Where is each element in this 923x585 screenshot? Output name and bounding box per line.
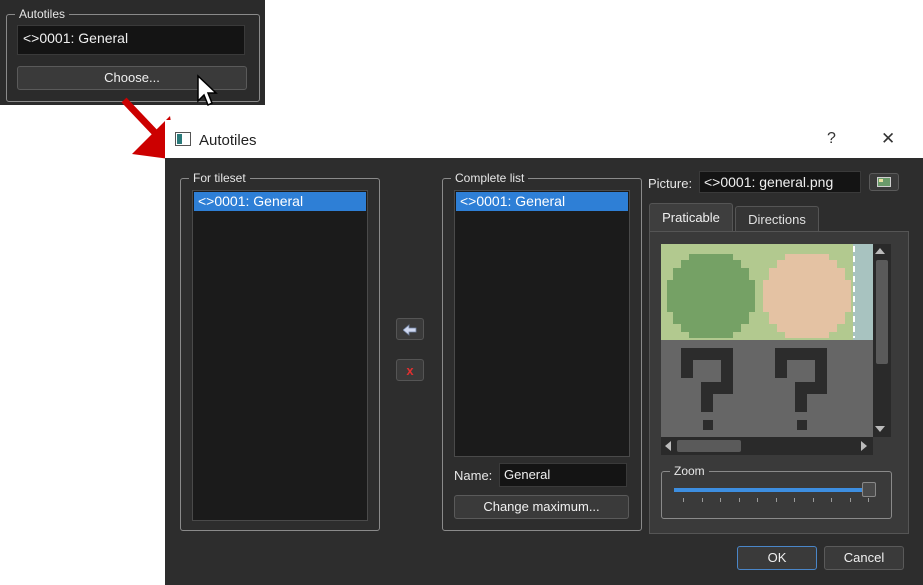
for-tileset-title: For tileset [189, 171, 250, 185]
tab-panel: Zoom [649, 231, 909, 534]
scroll-up-icon[interactable] [875, 248, 885, 254]
picture-viewer[interactable] [661, 244, 891, 455]
horizontal-scrollbar[interactable] [661, 437, 873, 455]
window-icon [175, 132, 191, 146]
zoom-slider-fill [674, 488, 876, 492]
zoom-tick [683, 498, 684, 502]
autotile-preview-image [661, 244, 873, 437]
scroll-left-icon[interactable] [665, 441, 671, 451]
list-item[interactable]: <>0001: General [194, 192, 366, 211]
cancel-button[interactable]: Cancel [824, 546, 904, 570]
complete-list-title: Complete list [451, 171, 529, 185]
horizontal-scroll-thumb[interactable] [677, 440, 741, 452]
remove-from-tileset-button[interactable]: x [396, 359, 424, 381]
autotiles-field[interactable]: <>0001: General [17, 25, 245, 55]
zoom-tick [849, 498, 851, 502]
dialog-title: Autotiles [199, 132, 257, 149]
tab-directions[interactable]: Directions [735, 206, 819, 231]
autotiles-group-title: Autotiles [15, 7, 70, 21]
zoom-tick [738, 498, 740, 502]
add-left-arrow-icon [402, 324, 417, 336]
tab-praticable[interactable]: Praticable [649, 203, 733, 231]
cursor-icon [197, 74, 218, 107]
scroll-corner [873, 437, 891, 455]
autotiles-dialog: Autotiles ? ✕ For tileset <>0001: Genera… [165, 120, 923, 585]
dialog-content: For tileset <>0001: General x Complete l… [165, 158, 923, 585]
for-tileset-groupbox: For tileset <>0001: General [180, 171, 380, 531]
zoom-tick [757, 498, 758, 502]
zoom-title: Zoom [670, 464, 709, 478]
complete-list-groupbox: Complete list <>0001: General Name: Gene… [442, 171, 642, 531]
autotiles-snippet-panel: Autotiles <>0001: General Choose... [0, 0, 265, 107]
zoom-tick [868, 498, 869, 502]
complete-list[interactable]: <>0001: General [454, 190, 630, 457]
picture-label: Picture: [648, 176, 693, 191]
vertical-scroll-thumb[interactable] [876, 260, 888, 364]
zoom-groupbox: Zoom [661, 464, 892, 519]
zoom-slider-handle[interactable] [862, 482, 876, 497]
scroll-right-icon[interactable] [861, 441, 867, 451]
close-icon[interactable]: ✕ [881, 129, 895, 149]
list-item[interactable]: <>0001: General [456, 192, 628, 211]
zoom-tick [701, 498, 703, 502]
image-browse-icon [877, 177, 891, 187]
zoom-tick [831, 498, 832, 502]
zoom-tick [775, 498, 777, 502]
name-field[interactable]: General [499, 463, 627, 487]
vertical-scrollbar[interactable] [873, 244, 891, 437]
add-to-tileset-button[interactable] [396, 318, 424, 340]
for-tileset-list[interactable]: <>0001: General [192, 190, 368, 521]
ok-button[interactable]: OK [737, 546, 817, 570]
picture-field[interactable]: <>0001: general.png [699, 171, 861, 193]
zoom-tick [720, 498, 721, 502]
browse-picture-button[interactable] [869, 173, 899, 191]
autotiles-groupbox: Autotiles <>0001: General Choose... [6, 7, 260, 102]
zoom-slider-track[interactable] [674, 488, 876, 492]
title-bar: Autotiles ? ✕ [165, 120, 923, 158]
delete-x-icon: x [406, 363, 414, 378]
change-maximum-button[interactable]: Change maximum... [454, 495, 629, 519]
name-label: Name: [454, 468, 493, 483]
scroll-down-icon[interactable] [875, 426, 885, 432]
zoom-tick [812, 498, 814, 502]
help-icon[interactable]: ? [827, 130, 836, 148]
zoom-tick [794, 498, 795, 502]
